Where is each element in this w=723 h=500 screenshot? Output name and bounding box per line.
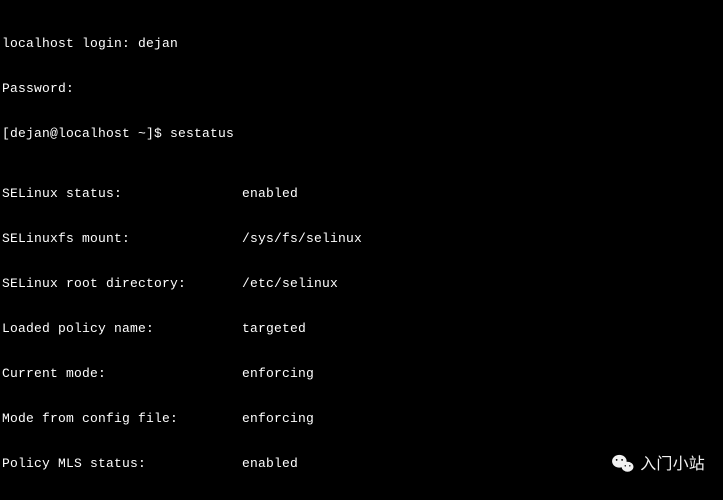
kv-value: enabled [242, 456, 298, 471]
kv-key: SELinuxfs mount: [2, 231, 242, 246]
kv-value: /sys/fs/selinux [242, 231, 362, 246]
kv-key: SELinux root directory: [2, 276, 242, 291]
kv-key: Mode from config file: [2, 411, 242, 426]
shell-prompt: [dejan@localhost ~]$ [2, 126, 170, 141]
watermark: 入门小站 [612, 454, 705, 474]
kv-row: SELinuxfs mount:/sys/fs/selinux [2, 231, 721, 246]
kv-value: /etc/selinux [242, 276, 338, 291]
login-line: localhost login: dejan [2, 36, 721, 51]
kv-key: Current mode: [2, 366, 242, 381]
kv-value: targeted [242, 321, 306, 336]
kv-row: Current mode:enforcing [2, 366, 721, 381]
kv-value: enforcing [242, 411, 314, 426]
kv-key: SELinux status: [2, 186, 242, 201]
terminal-output[interactable]: localhost login: dejan Password: [dejan@… [0, 0, 723, 500]
kv-value: enforcing [242, 366, 314, 381]
kv-row: SELinux root directory:/etc/selinux [2, 276, 721, 291]
kv-row: Loaded policy name:targeted [2, 321, 721, 336]
cmd-line-1: [dejan@localhost ~]$ sestatus [2, 126, 721, 141]
watermark-text: 入门小站 [640, 457, 705, 472]
kv-key: Policy MLS status: [2, 456, 242, 471]
kv-row: SELinux status:enabled [2, 186, 721, 201]
login-user: dejan [138, 36, 178, 51]
kv-value: enabled [242, 186, 298, 201]
wechat-icon [612, 454, 634, 474]
login-prompt: localhost login: [2, 36, 138, 51]
kv-row: Mode from config file:enforcing [2, 411, 721, 426]
command-text: sestatus [170, 126, 234, 141]
password-line: Password: [2, 81, 721, 96]
kv-key: Loaded policy name: [2, 321, 242, 336]
